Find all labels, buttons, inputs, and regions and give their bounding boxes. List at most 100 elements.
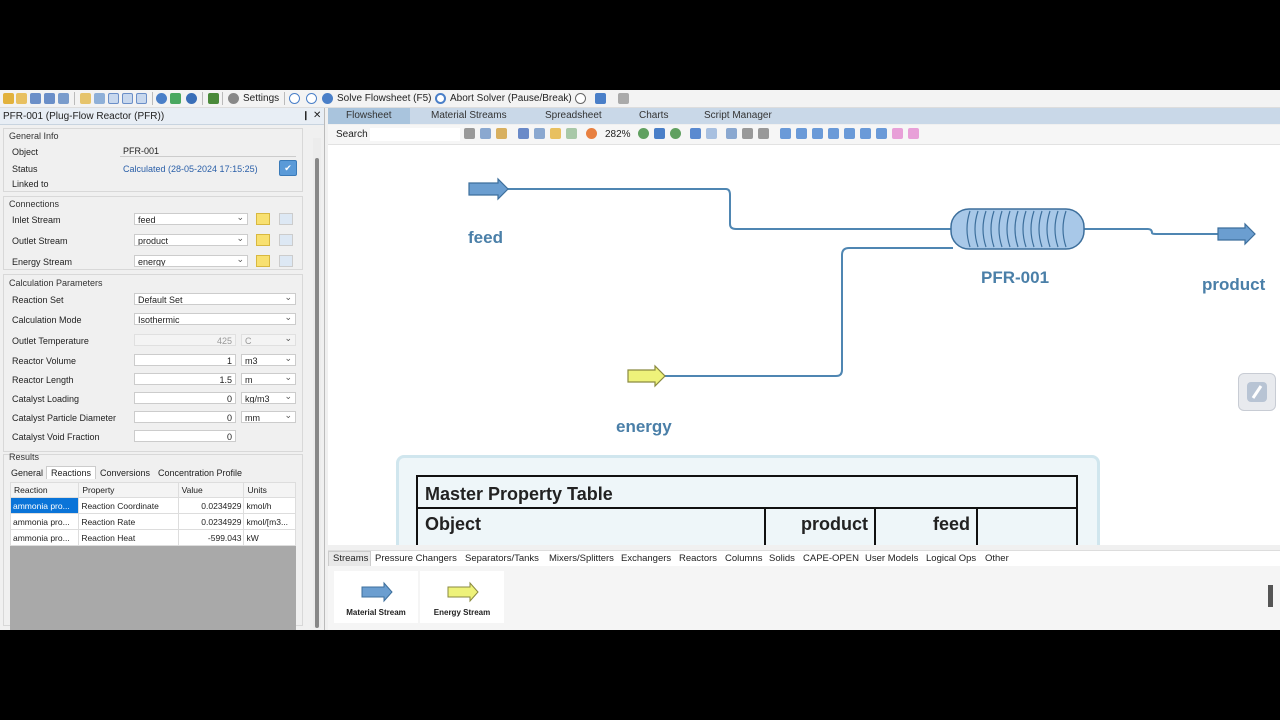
cell-value[interactable]: -599.043	[177, 529, 245, 546]
catalyst-loading-unit[interactable]: kg/m3	[241, 392, 296, 404]
inlet-stream-select[interactable]: feed	[134, 213, 248, 225]
header-units[interactable]: Units	[243, 482, 296, 498]
distribute-icon[interactable]	[876, 128, 887, 139]
solver-float-button[interactable]	[1238, 373, 1276, 411]
tab-logical-ops[interactable]: Logical Ops	[926, 553, 976, 564]
outlet-disconnect-icon[interactable]	[279, 234, 293, 246]
tab-charts[interactable]: Charts	[639, 110, 668, 121]
zoom-icon[interactable]	[586, 128, 597, 139]
reactor-volume-input[interactable]: 1	[134, 354, 236, 366]
table-row[interactable]: ammonia pro... Reaction Heat -599.043 kW	[9, 529, 296, 546]
energy-create-icon[interactable]	[256, 255, 270, 267]
align-bottom-icon[interactable]	[860, 128, 871, 139]
align-middle-icon[interactable]	[844, 128, 855, 139]
settings-gear-icon[interactable]	[228, 93, 239, 104]
panel-scrollbar[interactable]	[313, 138, 321, 628]
layout-icon[interactable]	[94, 93, 105, 104]
tab-general[interactable]: General	[11, 468, 43, 478]
tab-pressure-changers[interactable]: Pressure Changers	[375, 553, 457, 564]
timer-icon[interactable]	[575, 93, 586, 104]
catalyst-void-input[interactable]: 0	[134, 430, 236, 442]
pin-icon[interactable]: ❙	[302, 110, 310, 121]
redo-icon[interactable]	[618, 93, 629, 104]
reactor-length-unit[interactable]: m	[241, 373, 296, 385]
tab-solids[interactable]: Solids	[769, 553, 795, 564]
cell-value[interactable]: 0.0234929	[177, 513, 245, 530]
inlet-disconnect-icon[interactable]	[279, 213, 293, 225]
outlet-temp-unit[interactable]: C	[241, 334, 296, 346]
cell-value[interactable]: 0.0234929	[177, 497, 245, 514]
tab-mixers[interactable]: Mixers/Splitters	[549, 553, 614, 564]
text-icon[interactable]	[518, 128, 529, 139]
flowsheet-canvas[interactable]: feed PFR-001 product energy Master Prope…	[328, 145, 1280, 545]
tab-concentration-profile[interactable]: Concentration Profile	[158, 468, 242, 478]
feed-label[interactable]: feed	[468, 228, 503, 248]
energy-stream-select[interactable]: energy	[134, 255, 248, 267]
color-icon[interactable]	[892, 128, 903, 139]
step-icon[interactable]	[306, 93, 317, 104]
table-row[interactable]: ammonia pro... Reaction Coordinate 0.023…	[9, 497, 296, 514]
tab-reactions[interactable]: Reactions	[46, 466, 97, 479]
energy-label[interactable]: energy	[616, 417, 672, 437]
edit-icon[interactable]	[80, 93, 91, 104]
abort-solver-button[interactable]: Abort Solver (Pause/Break)	[450, 93, 572, 104]
tab-columns[interactable]: Columns	[725, 553, 763, 564]
palette-scrollbar[interactable]	[1268, 585, 1273, 607]
power-icon[interactable]	[289, 93, 300, 104]
tab-flowsheet[interactable]: Flowsheet	[346, 110, 392, 121]
object-name-field[interactable]: PFR-001	[120, 145, 296, 157]
calc-mode-select[interactable]: Isothermic	[134, 313, 296, 325]
tab-user-models[interactable]: User Models	[865, 553, 918, 564]
close-icon[interactable]: ✕	[313, 110, 321, 121]
grid-icon[interactable]	[690, 128, 701, 139]
window-tile-horizontal-icon[interactable]	[122, 93, 133, 104]
reactor-volume-unit[interactable]: m3	[241, 354, 296, 366]
window-tile-vertical-icon[interactable]	[108, 93, 119, 104]
paste-icon[interactable]	[496, 128, 507, 139]
cut-icon[interactable]	[464, 128, 475, 139]
zoom-in-icon[interactable]	[638, 128, 649, 139]
theme-icon[interactable]	[908, 128, 919, 139]
page-setup-icon[interactable]	[726, 128, 737, 139]
info-icon[interactable]	[186, 93, 197, 104]
tab-script-manager[interactable]: Script Manager	[704, 110, 772, 121]
align-top-icon[interactable]	[828, 128, 839, 139]
reactor-length-input[interactable]: 1.5	[134, 373, 236, 385]
catalyst-loading-input[interactable]: 0	[134, 392, 236, 404]
plugins-icon[interactable]	[170, 93, 181, 104]
image-icon[interactable]	[550, 128, 561, 139]
catalyst-diameter-input[interactable]: 0	[134, 411, 236, 423]
zoom-out-icon[interactable]	[670, 128, 681, 139]
table-icon[interactable]	[534, 128, 545, 139]
save-as-icon[interactable]	[44, 93, 55, 104]
catalyst-diameter-unit[interactable]: mm	[241, 411, 296, 423]
outlet-stream-select[interactable]: product	[134, 234, 248, 246]
tab-other[interactable]: Other	[985, 553, 1009, 564]
tab-exchangers[interactable]: Exchangers	[621, 553, 671, 564]
save-all-icon[interactable]	[58, 93, 69, 104]
tab-cape-open[interactable]: CAPE-OPEN	[803, 553, 859, 564]
reaction-set-select[interactable]: Default Set	[134, 293, 296, 305]
cell-property[interactable]: Reaction Heat	[78, 529, 179, 546]
copy-icon[interactable]	[480, 128, 491, 139]
align-center-icon[interactable]	[796, 128, 807, 139]
cell-reaction[interactable]: ammonia pro...	[9, 497, 80, 514]
align-right-icon[interactable]	[812, 128, 823, 139]
calculator-icon[interactable]	[208, 93, 219, 104]
header-reaction[interactable]: Reaction	[9, 482, 80, 498]
palette-energy-stream[interactable]: Energy Stream	[420, 571, 504, 623]
tab-conversions[interactable]: Conversions	[100, 468, 150, 478]
header-value[interactable]: Value	[177, 482, 245, 498]
help-icon[interactable]	[156, 93, 167, 104]
window-cascade-icon[interactable]	[136, 93, 147, 104]
tab-streams[interactable]: Streams	[333, 553, 368, 564]
table-row[interactable]: ammonia pro... Reaction Rate 0.0234929 k…	[9, 513, 296, 530]
open-folder-icon[interactable]	[16, 93, 27, 104]
outlet-temp-input[interactable]: 425	[134, 334, 236, 346]
palette-material-stream[interactable]: Material Stream	[334, 571, 418, 623]
print-preview-icon[interactable]	[758, 128, 769, 139]
cell-property[interactable]: Reaction Coordinate	[78, 497, 179, 514]
product-label[interactable]: product	[1202, 275, 1265, 295]
cell-reaction[interactable]: ammonia pro...	[9, 513, 80, 530]
tab-reactors[interactable]: Reactors	[679, 553, 717, 564]
